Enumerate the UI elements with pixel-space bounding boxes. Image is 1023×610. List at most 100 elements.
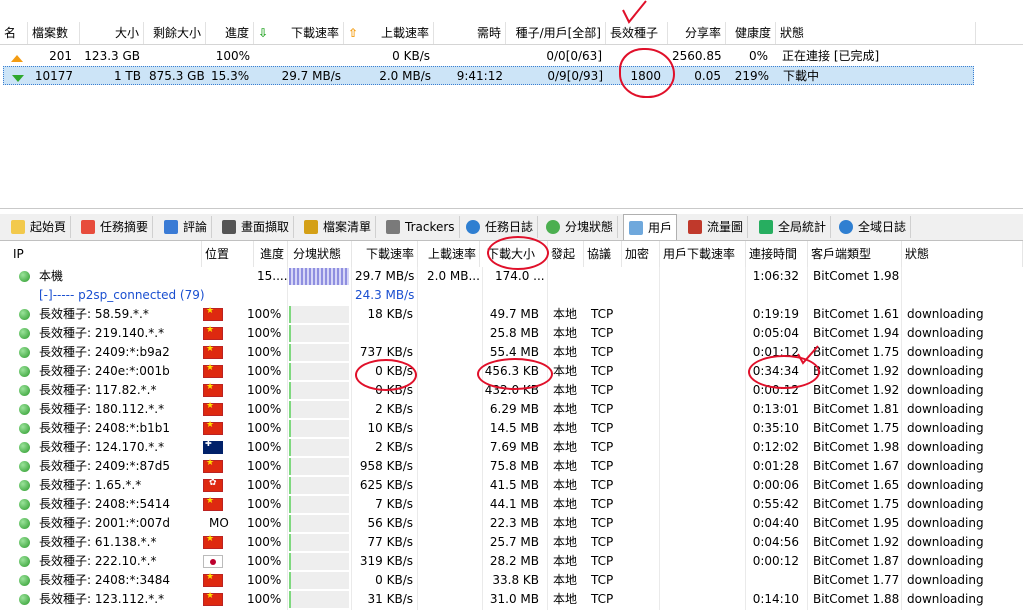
peer-row[interactable]: 長效種子: 2408:*:b1b1 100% 10 KB/s 14.5 MB 本地 TCP… [0,419,1023,438]
col-progress[interactable]: 進度 [254,241,288,267]
peer-progress: 100% [247,516,282,530]
tab-task-summary[interactable]: 任務摘要 [76,216,154,238]
peer-row[interactable]: 長效種子: 2409:*:87d5 100% 958 KB/s 75.8 MB 本地 TC… [0,457,1023,476]
peer-progress: 100% [247,592,282,606]
peer-row[interactable]: 長效種子: 219.140.*.* 100% 25.8 MB 本地 TCP 0:05:04… [0,324,1023,343]
col-location[interactable]: 位置 [202,241,254,267]
peer-status: downloading [907,402,984,416]
peer-size: 44.1 MB [489,497,539,511]
col-files[interactable]: 檔案數 [28,22,80,44]
tab-file-list[interactable]: 檔案清單 [299,216,377,238]
peer-status-icon [19,347,30,358]
task-seeds: 0/9[0/93] [547,69,603,83]
peer-initiator: 本地 [553,383,578,397]
peer-time: 1:06:32 [752,269,799,283]
col-size[interactable]: 大小 [80,22,144,44]
peer-time: 0:04:56 [752,535,799,549]
col-chunks[interactable]: 分塊狀態 [290,241,352,267]
peer-row[interactable]: 長效種子: 2001:*:007d MO 100% 56 KB/s 22.3 MB 本地 T… [0,514,1023,533]
peer-row-local[interactable]: 本機 15.... 29.7 MB/s 2.0 MB... 174.0 ... … [0,267,1023,286]
task-row[interactable]: 201 123.3 GB 100% 0 KB/s 0/0[0/63] 2560.… [0,47,1023,66]
tab-global-stats[interactable]: 全局統計 [754,216,832,238]
col-health[interactable]: 健康度 [726,22,776,44]
col-down-rate[interactable]: 下載速率 [352,241,418,267]
peer-time: 0:12:02 [752,440,799,454]
tab-comments[interactable]: 評論 [159,216,213,238]
peer-status-icon [19,480,30,491]
col-ip[interactable]: IP [10,241,202,267]
task-row-selected[interactable]: 10177 1 TB 875.3 GB 15.3% 29.7 MB/s 2.0 … [3,66,974,85]
col-up-rate[interactable]: 上載速率 [418,241,480,267]
peer-row[interactable]: 長效種子: 123.112.*.* 100% 31 KB/s 31.0 MB 本地 TCP… [0,590,1023,609]
peer-status: downloading [907,307,984,321]
tab-chunk-status[interactable]: 分塊狀態 [541,216,619,238]
col-upload-rate-label: 上載速率 [380,26,429,40]
peer-client: BitComet 1.92 [813,364,900,378]
task-size: 123.3 GB [84,49,140,63]
tab-screenshots[interactable]: 畫面擷取 [217,216,295,238]
tab-traffic-graph[interactable]: 流量圖 [683,216,749,238]
peer-status: downloading [907,326,984,340]
annotation-circle [619,48,675,98]
peer-time: 0:00:06 [752,478,799,492]
peer-protocol: TCP [591,516,614,530]
peer-row[interactable]: 長效種子: 2408:*:3484 100% 0 KB/s 33.8 KB 本地 TCP B… [0,571,1023,590]
col-eta[interactable]: 需時 [434,22,506,44]
peer-row[interactable]: 長效種子: 61.138.*.* 100% 77 KB/s 25.7 MB 本地 TCP 0… [0,533,1023,552]
peer-status-icon [19,366,30,377]
col-name[interactable]: 名 [0,22,28,44]
col-peer-status[interactable]: 狀態 [902,241,1023,267]
task-share: 0.05 [694,69,721,83]
peer-location: MO [209,516,229,530]
peer-ip: 長效種子: 117.82.*.* [39,383,157,397]
col-download-rate[interactable]: ⇩ 下載速率 [254,22,344,44]
chunk-bar [289,458,349,475]
col-encryption[interactable]: 加密 [622,241,660,267]
group-label[interactable]: [-]----- p2sp_connected (79) [36,286,216,305]
peer-time: 0:14:10 [752,592,799,606]
col-connected-time[interactable]: 連接時間 [746,241,808,267]
col-seeds[interactable]: 種子/用戶[全部] [506,22,606,44]
annotation-checkmark [622,0,647,24]
peer-down: 77 KB/s [367,535,413,549]
peer-size: 49.7 MB [489,307,539,321]
col-status[interactable]: 狀態 [776,22,976,44]
peer-down: 2 KB/s [375,402,413,416]
peer-status-icon [19,575,30,586]
peer-client: BitComet 1.88 [813,592,900,606]
peer-down: 2 KB/s [375,440,413,454]
peer-row[interactable]: 長效種子: 180.112.*.* 100% 2 KB/s 6.29 MB 本地 TCP 0… [0,400,1023,419]
peer-group-row[interactable]: [-]----- p2sp_connected (79) 24.3 MB/s [0,286,1023,305]
tab-start-page[interactable]: 起始頁 [6,216,72,238]
annotation-circle [355,359,417,391]
col-upload-rate[interactable]: ⇧ 上載速率 [344,22,434,44]
col-initiator[interactable]: 發起 [548,241,584,267]
peer-row[interactable]: 長效種子: 58.59.*.* 100% 18 KB/s 49.7 MB 本地 TCP 0:… [0,305,1023,324]
peer-row[interactable]: 長效種子: 222.10.*.* 100% 319 KB/s 28.2 MB 本地 TCP… [0,552,1023,571]
cn-flag-icon [203,325,223,340]
peer-size: 28.2 MB [489,554,539,568]
peer-row[interactable]: 長效種子: 124.170.*.* 100% 2 KB/s 7.69 MB 本地 TCP 0… [0,438,1023,457]
peer-protocol: TCP [591,459,614,473]
col-client[interactable]: 客戶端類型 [808,241,902,267]
peer-row[interactable]: 長效種子: 1.65.*.* 100% 625 KB/s 41.5 MB 本地 TCP 0:… [0,476,1023,495]
peer-time: 0:19:19 [752,307,799,321]
peer-progress: 100% [247,573,282,587]
cn-flag-icon [203,572,223,587]
tab-peers[interactable]: 用戶 [623,214,678,240]
peer-time: 0:35:10 [752,421,799,435]
col-remaining[interactable]: 剩餘大小 [144,22,206,44]
peer-row[interactable]: 長效種子: 2408:*:5414 100% 7 KB/s 44.1 MB 本地 TCP 0… [0,495,1023,514]
col-protocol[interactable]: 協議 [584,241,622,267]
tab-task-log[interactable]: 任務日誌 [461,216,539,238]
tab-global-log[interactable]: 全域日誌 [834,216,912,238]
peer-status-icon [19,328,30,339]
col-peer-down-rate[interactable]: 用戶下載速率 [660,241,746,267]
download-arrow-icon [8,67,28,86]
chunk-bar [289,382,349,399]
peer-initiator: 本地 [553,440,578,454]
col-progress[interactable]: 進度 [206,22,254,44]
tab-trackers[interactable]: Trackers [381,216,460,238]
peer-initiator: 本地 [553,421,578,435]
col-share-ratio[interactable]: 分享率 [668,22,726,44]
